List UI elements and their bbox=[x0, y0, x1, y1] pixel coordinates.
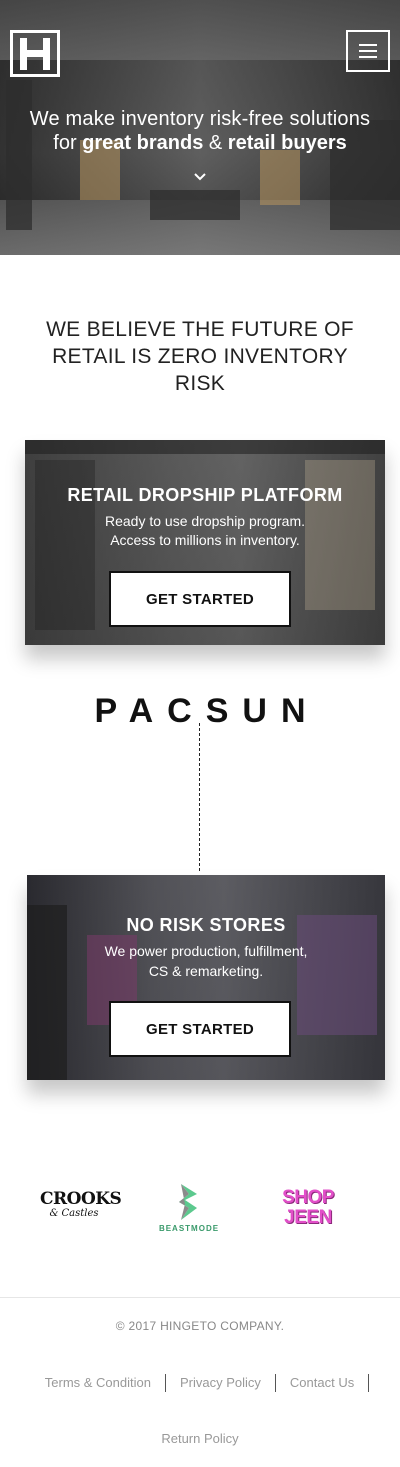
hingeto-logo[interactable] bbox=[10, 30, 60, 77]
menu-bar-icon bbox=[359, 56, 377, 58]
hero-banner: We make inventory risk-free solutions fo… bbox=[0, 0, 400, 255]
card-text-line: Access to millions in inventory. bbox=[110, 532, 300, 548]
card-title: NO RISK STORES bbox=[126, 915, 286, 935]
hero-rack bbox=[6, 80, 32, 230]
footer-link-contact[interactable]: Contact Us bbox=[276, 1374, 370, 1392]
brand-text: JEEN bbox=[284, 1207, 332, 1228]
beastmode-emblem-icon bbox=[179, 1184, 197, 1220]
hero-tagline-line2: for great brands & retail buyers bbox=[0, 132, 400, 155]
hero-bold-buyers: retail buyers bbox=[227, 132, 347, 154]
hero-shelf bbox=[260, 150, 300, 205]
brand-text: CROOKS bbox=[40, 1189, 122, 1209]
brand-text: SHOP bbox=[282, 1187, 334, 1208]
connector-dotted-line bbox=[199, 723, 200, 871]
footer-link-privacy[interactable]: Privacy Policy bbox=[166, 1374, 276, 1392]
hero-table bbox=[150, 190, 240, 220]
crooks-and-castles-logo: CROOKS & Castles bbox=[40, 1189, 122, 1230]
card-bg-beam bbox=[25, 440, 385, 454]
beastmode-logo: BEASTMODE bbox=[155, 1182, 223, 1236]
menu-bar-icon bbox=[359, 50, 377, 52]
card-text-line: Ready to use dropship program. bbox=[105, 513, 305, 529]
chevron-down-icon[interactable] bbox=[193, 170, 207, 184]
footer-links: Terms & Condition Privacy Policy Contact… bbox=[0, 1374, 400, 1392]
hero-tagline-line1: We make inventory risk-free solutions bbox=[29, 108, 371, 130]
card-text-line: We power production, fulfillment, bbox=[104, 943, 308, 959]
footer-link-return-policy[interactable]: Return Policy bbox=[0, 1431, 400, 1446]
menu-bar-icon bbox=[359, 44, 377, 46]
mission-headline: WE BELIEVE THE FUTURE OF RETAIL IS ZERO … bbox=[46, 318, 354, 395]
brand-text: BEASTMODE bbox=[158, 1224, 220, 1233]
card-text-line: CS & remarketing. bbox=[148, 963, 264, 979]
hero-text: for bbox=[53, 132, 83, 154]
card-title: RETAIL DROPSHIP PLATFORM bbox=[67, 485, 343, 505]
shop-jeen-logo: SHOP JEEN bbox=[272, 1188, 344, 1232]
brand-text: & Castles bbox=[49, 1208, 99, 1219]
pacsun-logo: PACSUN bbox=[94, 692, 320, 730]
hamburger-menu-button[interactable] bbox=[346, 30, 390, 72]
footer-link-terms[interactable]: Terms & Condition bbox=[31, 1374, 166, 1392]
copyright-text: © 2017 HINGETO COMPANY. bbox=[115, 1319, 285, 1333]
hero-text: & bbox=[203, 132, 228, 154]
get-started-button[interactable]: GET STARTED bbox=[109, 1001, 291, 1057]
hero-ceiling bbox=[0, 0, 400, 60]
dropship-platform-card: RETAIL DROPSHIP PLATFORM Ready to use dr… bbox=[25, 440, 385, 645]
no-risk-stores-card: NO RISK STORES We power production, fulf… bbox=[27, 875, 385, 1080]
hero-bold-brands: great brands bbox=[82, 132, 204, 154]
footer-divider bbox=[0, 1297, 400, 1298]
get-started-button[interactable]: GET STARTED bbox=[109, 571, 291, 627]
logo-h-icon bbox=[18, 37, 52, 70]
